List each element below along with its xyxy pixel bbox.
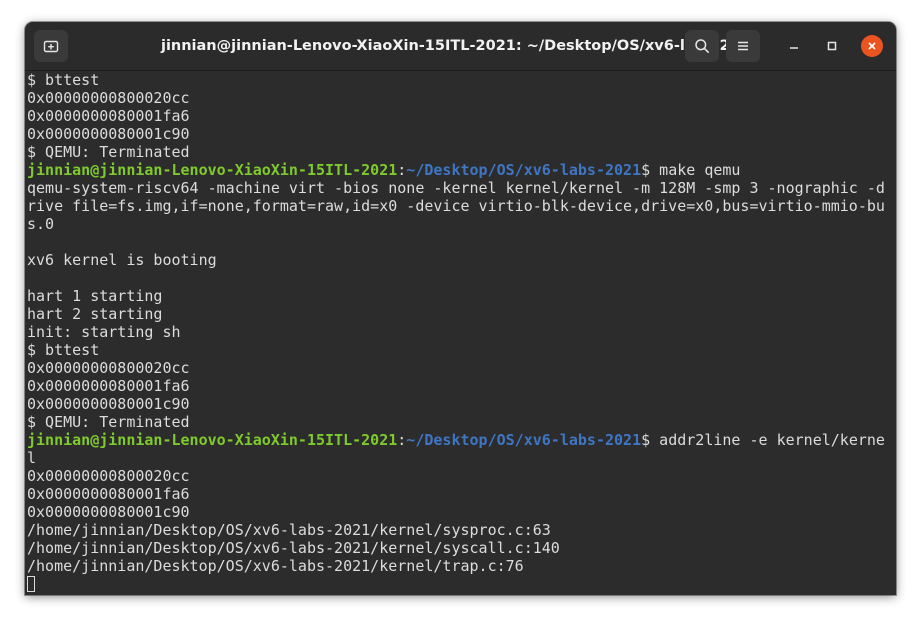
window-title-text: jinnian@jinnian-Lenovo-XiaoXin-15ITL-202… [160,38,761,54]
new-tab-button[interactable] [34,30,68,62]
prompt-path: ~/Desktop/OS/xv6-labs-2021 [406,161,642,179]
output-line: hart 1 starting [27,287,163,305]
output-line: rive file=fs.img,if=none,format=raw,id=x… [27,197,885,215]
output-line: 0x0000000080001c90 [27,125,190,143]
prompt-colon: : [397,431,407,449]
search-icon [695,39,709,53]
terminal-output: $ bttest 0x00000000800020cc 0x000000008000… [27,71,887,593]
window-title: jinnian@jinnian-Lenovo-XiaoXin-15ITL-202… [25,22,896,70]
output-line: /home/jinnian/Desktop/OS/xv6-labs-2021/k… [27,557,524,575]
output-line: 0x0000000080001fa6 [27,485,190,503]
command-text: make qemu [659,161,741,179]
menu-button[interactable] [726,30,760,62]
maximize-icon [827,41,837,51]
output-line: l [27,449,37,467]
search-button[interactable] [685,30,719,62]
command-text: addr2line -e kernel/kerne [659,431,885,449]
output-line: qemu-system-riscv64 -machine virt -bios … [27,179,885,197]
minimize-icon [790,47,798,49]
prompt-dollar: $ [641,161,660,179]
output-line: 0x00000000800020cc [27,467,190,485]
output-line: 0x0000000080001c90 [27,395,190,413]
output-line: $ bttest [27,341,100,359]
output-line: $ QEMU: Terminated [27,143,190,161]
prompt-user-host: jinnian@jinnian-Lenovo-XiaoXin-15ITL-202… [27,431,398,449]
terminal-area[interactable]: $ bttest 0x00000000800020cc 0x000000008000… [25,71,896,595]
minimize-button[interactable] [783,35,805,57]
output-line: xv6 kernel is booting [27,251,217,269]
output-line: $ bttest [27,71,100,89]
prompt-line: jinnian@jinnian-Lenovo-XiaoXin-15ITL-202… [27,431,887,449]
output-line: $ QEMU: Terminated [27,413,190,431]
output-line: 0x0000000080001c90 [27,503,190,521]
output-line: 0x00000000800020cc [27,89,190,107]
prompt-colon: : [397,161,407,179]
output-line: 0x0000000080001fa6 [27,107,190,125]
output-line: s.0 [27,215,55,233]
output-line: init: starting sh [27,323,181,341]
hamburger-menu-icon [738,41,748,51]
terminal-window: jinnian@jinnian-Lenovo-XiaoXin-15ITL-202… [25,22,896,595]
output-line: hart 2 starting [27,305,163,323]
text-cursor [27,576,35,592]
output-line: 0x0000000080001fa6 [27,377,190,395]
cursor-line [27,575,887,593]
close-button[interactable] [861,35,883,57]
maximize-button[interactable] [821,35,843,57]
prompt-user-host: jinnian@jinnian-Lenovo-XiaoXin-15ITL-202… [27,161,398,179]
output-line: 0x00000000800020cc [27,359,190,377]
prompt-dollar: $ [641,431,660,449]
title-bar: jinnian@jinnian-Lenovo-XiaoXin-15ITL-202… [25,22,896,71]
output-line: /home/jinnian/Desktop/OS/xv6-labs-2021/k… [27,521,551,539]
prompt-line: jinnian@jinnian-Lenovo-XiaoXin-15ITL-202… [27,161,887,179]
output-line: /home/jinnian/Desktop/OS/xv6-labs-2021/k… [27,539,560,557]
prompt-path: ~/Desktop/OS/xv6-labs-2021 [406,431,642,449]
new-tab-icon [43,40,59,53]
close-icon [868,42,876,50]
